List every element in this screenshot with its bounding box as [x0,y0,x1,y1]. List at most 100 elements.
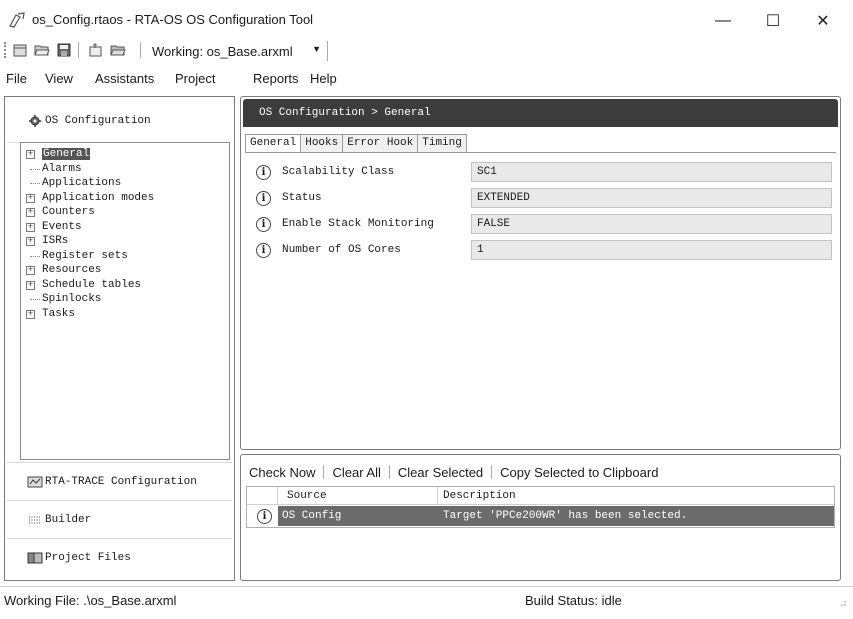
toolbar-grip[interactable] [4,42,6,58]
app-icon [9,12,25,28]
expand-icon[interactable]: + [26,309,35,319]
expand-icon[interactable]: + [26,266,35,275]
property-row-status: i Status EXTENDED [256,188,832,208]
tree-connector [30,255,40,257]
toolbar: Working: os_Base.arxml ▼ [0,38,853,62]
expand-icon[interactable]: + [26,237,35,246]
tree-connector [30,299,40,300]
new-project-icon[interactable] [88,42,104,58]
project-files-label: Project Files [45,552,131,564]
info-icon: i [257,509,272,524]
menu-file[interactable]: File [6,71,27,86]
info-icon[interactable]: i [256,217,271,232]
messages-toolbar: Check Now Clear All Clear Selected Copy … [249,463,658,481]
working-file-status: Working File: .\os_Base.arxml [4,593,177,608]
info-icon[interactable]: i [256,165,271,180]
tree-item-general[interactable]: + General [26,147,229,162]
copy-selected-button[interactable]: Copy Selected to Clipboard [500,465,658,480]
tab-divider [245,152,836,153]
configuration-tree[interactable]: + General Alarms Applications + Applicat… [20,142,230,460]
window-title: os_Config.rtaos - RTA-OS OS Configuratio… [32,12,314,27]
property-name: Number of OS Cores [282,244,401,256]
tree-item-application-modes[interactable]: + Application modes [26,191,229,206]
tree-item-register-sets[interactable]: Register sets [26,249,229,264]
open-project-icon[interactable] [110,42,126,58]
expand-icon[interactable]: + [26,208,35,217]
build-status: Build Status: idle [525,593,622,608]
tab-error-hook[interactable]: Error Hook [342,134,419,152]
breadcrumb: OS Configuration > General [259,107,431,119]
menu-assistants[interactable]: Assistants [95,71,154,86]
scalability-class-field[interactable]: SC1 [471,162,832,182]
expand-icon[interactable]: + [26,222,35,232]
source-column-header[interactable]: Source [287,490,327,502]
builder-icon [29,516,41,524]
expand-icon[interactable]: + [26,280,35,290]
project-files-icon [27,552,43,564]
toolbar-separator [323,465,325,479]
tab-hooks[interactable]: Hooks [300,134,344,152]
table-row[interactable]: i OS Config Target 'PPCe200WR' has been … [247,506,834,526]
toolbar-separator [388,465,390,479]
tree-item-tasks[interactable]: + Tasks [26,307,229,322]
left-navigation-pane: OS Configuration + General Alarms Applic… [4,96,235,581]
toolbar-separator [78,42,79,58]
builder-button[interactable]: Builder [7,500,232,538]
panel-header: OS Configuration > General [243,99,838,127]
tree-connector [30,168,40,170]
open-folder-icon[interactable] [34,42,50,58]
resize-grip-icon[interactable] [837,597,847,607]
tree-item-applications[interactable]: Applications [26,176,229,191]
info-icon[interactable]: i [256,191,271,206]
tab-general[interactable]: General [245,134,302,152]
clear-selected-button[interactable]: Clear Selected [398,465,483,480]
tree-item-spinlocks[interactable]: Spinlocks [26,292,229,307]
working-file-combo[interactable]: Working: os_Base.arxml ▼ [152,41,328,61]
rta-trace-configuration-label: RTA-TRACE Configuration [45,476,197,488]
save-icon[interactable] [56,42,72,58]
tree-item-resources[interactable]: + Resources [26,263,229,278]
column-divider [437,487,438,505]
tree-item-isrs[interactable]: + ISRs [26,234,229,249]
new-file-icon[interactable] [12,42,28,58]
tree-item-events[interactable]: + Events [26,220,229,235]
os-configuration-header[interactable]: OS Configuration [7,99,232,143]
menu-reports[interactable]: Reports [253,71,299,86]
menu-project[interactable]: Project [175,71,215,86]
expand-icon[interactable]: + [26,193,35,203]
check-now-button[interactable]: Check Now [249,465,315,480]
clear-all-button[interactable]: Clear All [332,465,380,480]
messages-panel: Check Now Clear All Clear Selected Copy … [240,454,841,581]
tree-item-counters[interactable]: + Counters [26,205,229,220]
property-name: Status [282,192,322,204]
minimize-button[interactable]: — [700,6,746,36]
status-field[interactable]: EXTENDED [471,188,832,208]
tab-strip: General Hooks Error Hook Timing [245,134,467,152]
info-icon[interactable]: i [256,243,271,258]
tree-item-schedule-tables[interactable]: + Schedule tables [26,278,229,293]
toolbar-separator [140,42,141,58]
menu-view[interactable]: View [45,71,73,86]
status-bar: Working File: .\os_Base.arxml Build Stat… [0,586,853,610]
number-of-os-cores-field[interactable]: 1 [471,240,832,260]
close-button[interactable]: ✕ [800,6,846,36]
builder-label: Builder [45,514,92,526]
project-files-button[interactable]: Project Files [7,538,232,576]
rta-trace-configuration-button[interactable]: RTA-TRACE Configuration [7,462,232,500]
tab-timing[interactable]: Timing [417,134,467,152]
property-name: Scalability Class [282,166,395,178]
trace-monitor-icon [27,476,43,488]
maximize-button[interactable]: ☐ [750,6,796,36]
menu-bar: File View Assistants Project Reports Hel… [0,66,853,92]
toolbar-separator [491,465,493,479]
expand-icon[interactable]: + [26,150,35,159]
menu-help[interactable]: Help [310,71,337,86]
description-column-header[interactable]: Description [443,490,516,502]
column-divider [277,487,278,505]
table-header: Source Description [247,487,834,505]
enable-stack-monitoring-field[interactable]: FALSE [471,214,832,234]
tree-item-alarms[interactable]: Alarms [26,162,229,177]
title-bar: os_Config.rtaos - RTA-OS OS Configuratio… [0,0,853,40]
chevron-down-icon: ▼ [312,44,321,54]
property-row-number-of-os-cores: i Number of OS Cores 1 [256,240,832,260]
